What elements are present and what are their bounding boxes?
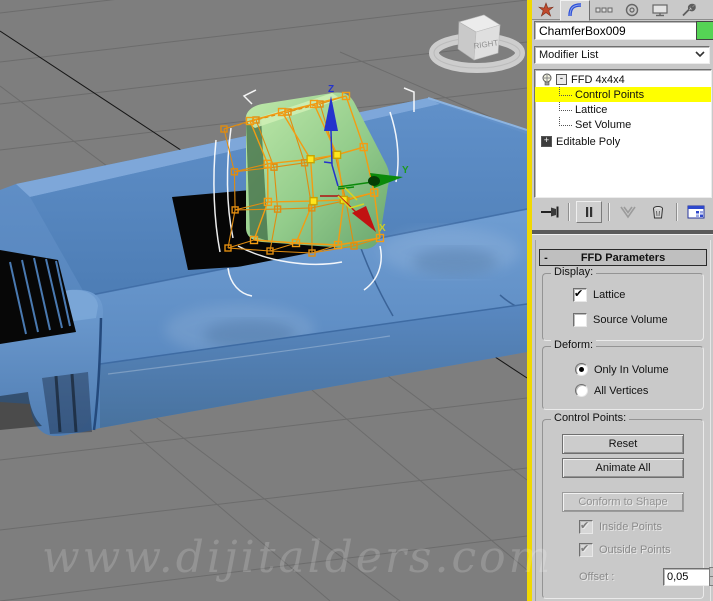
all-vertices-radio[interactable]	[575, 384, 588, 397]
animate-all-button[interactable]: Animate All	[562, 458, 684, 478]
stack-item-label: Lattice	[575, 104, 607, 116]
lattice-checkbox[interactable]	[573, 288, 587, 302]
gizmo-z-label: Z	[328, 84, 334, 95]
collapse-icon[interactable]: -	[556, 74, 567, 85]
remove-modifier-button[interactable]	[646, 202, 670, 222]
stack-item-label: FFD 4x4x4	[571, 74, 625, 86]
deform-group: Deform: Only In Volume All Vertices	[542, 346, 704, 410]
configure-modifier-sets-icon	[687, 205, 705, 220]
pin-stack-icon	[539, 204, 561, 220]
deform-group-label: Deform:	[551, 339, 596, 351]
make-unique-button[interactable]	[616, 202, 640, 222]
stack-item-set-volume[interactable]: Set Volume	[535, 117, 711, 132]
gizmo-y-label: Y	[402, 165, 409, 176]
stack-toolbar	[532, 200, 713, 224]
object-color-swatch[interactable]	[696, 21, 713, 40]
stack-item-lattice[interactable]: Lattice	[535, 102, 711, 117]
rollout-title: FFD Parameters	[552, 252, 694, 264]
outside-points-label: Outside Points	[599, 544, 671, 556]
inside-points-label: Inside Points	[599, 521, 662, 533]
viewport-canvas[interactable]: RIGHT	[0, 0, 527, 601]
source-volume-checkbox[interactable]	[573, 313, 587, 327]
make-unique-icon	[619, 205, 637, 220]
expand-icon[interactable]: +	[541, 136, 552, 147]
source-volume-checkbox-label: Source Volume	[593, 314, 668, 326]
bulb-icon	[541, 73, 553, 86]
command-panel: Modifier List - FFD 4x4x4 Control Points	[532, 0, 713, 601]
tree-line	[559, 117, 572, 126]
stack-item-control-points[interactable]: Control Points	[535, 87, 711, 102]
stack-item-label: Editable Poly	[556, 136, 620, 148]
utilities-icon	[680, 2, 696, 18]
tree-line	[559, 87, 572, 96]
tab-motion[interactable]	[618, 1, 646, 19]
show-end-result-button[interactable]	[576, 201, 602, 223]
stack-item-ffd[interactable]: - FFD 4x4x4	[535, 72, 711, 87]
offset-spin-down[interactable]: ▼	[709, 576, 713, 586]
right-cube-object[interactable]: RIGHT	[434, 15, 520, 68]
chevron-down-icon	[695, 49, 705, 61]
only-in-volume-radio[interactable]	[575, 363, 588, 376]
all-vertices-label: All Vertices	[594, 385, 648, 397]
tab-utilities[interactable]	[674, 1, 702, 19]
toolbar-separator	[608, 203, 610, 221]
stack-item-label: Control Points	[575, 89, 644, 101]
lattice-checkbox-label: Lattice	[593, 289, 625, 301]
hierarchy-icon	[595, 2, 613, 18]
tab-create[interactable]	[532, 1, 560, 19]
modify-icon	[567, 2, 583, 18]
modifier-list-label: Modifier List	[539, 49, 598, 61]
tree-line	[559, 102, 572, 111]
tab-display[interactable]	[646, 1, 674, 19]
offset-field[interactable]	[663, 568, 713, 586]
conform-to-shape-button[interactable]: Conform to Shape	[562, 492, 684, 512]
stack-item-editable-poly[interactable]: + Editable Poly	[535, 134, 711, 149]
collapse-icon: -	[540, 252, 552, 264]
reset-button[interactable]: Reset	[562, 434, 684, 454]
command-panel-tabs	[532, 0, 713, 20]
panel-divider	[532, 230, 713, 235]
pin-stack-button[interactable]	[538, 202, 562, 222]
offset-label: Offset :	[579, 571, 614, 583]
gizmo-x-label: X	[379, 223, 386, 234]
tab-hierarchy[interactable]	[590, 1, 618, 19]
modifier-stack: - FFD 4x4x4 Control Points Lattice Set V…	[534, 69, 712, 198]
only-in-volume-label: Only In Volume	[594, 364, 669, 376]
display-group: Display: Lattice Source Volume	[542, 273, 704, 341]
rollout-header[interactable]: - FFD Parameters	[539, 249, 707, 266]
modifier-list-dropdown[interactable]: Modifier List	[534, 46, 710, 64]
object-name-field[interactable]	[534, 21, 701, 40]
ffd-parameters-rollout: - FFD Parameters Display: Lattice Source…	[535, 240, 711, 601]
toolbar-separator	[568, 203, 570, 221]
tab-modify[interactable]	[560, 0, 590, 21]
show-end-result-icon	[582, 205, 596, 219]
3dsmax-window: RIGHT	[0, 0, 713, 601]
configure-modifier-sets-button[interactable]	[684, 202, 708, 222]
motion-icon	[624, 2, 640, 18]
control-points-group: Control Points: Reset Animate All Confor…	[542, 419, 704, 599]
outside-points-checkbox[interactable]	[579, 543, 593, 557]
remove-modifier-icon	[650, 205, 666, 220]
stack-item-label: Set Volume	[575, 119, 631, 131]
display-icon	[651, 2, 669, 18]
create-icon	[538, 2, 554, 18]
display-group-label: Display:	[551, 266, 596, 278]
control-points-group-label: Control Points:	[551, 412, 629, 424]
toolbar-separator	[676, 203, 678, 221]
inside-points-checkbox[interactable]	[579, 520, 593, 534]
